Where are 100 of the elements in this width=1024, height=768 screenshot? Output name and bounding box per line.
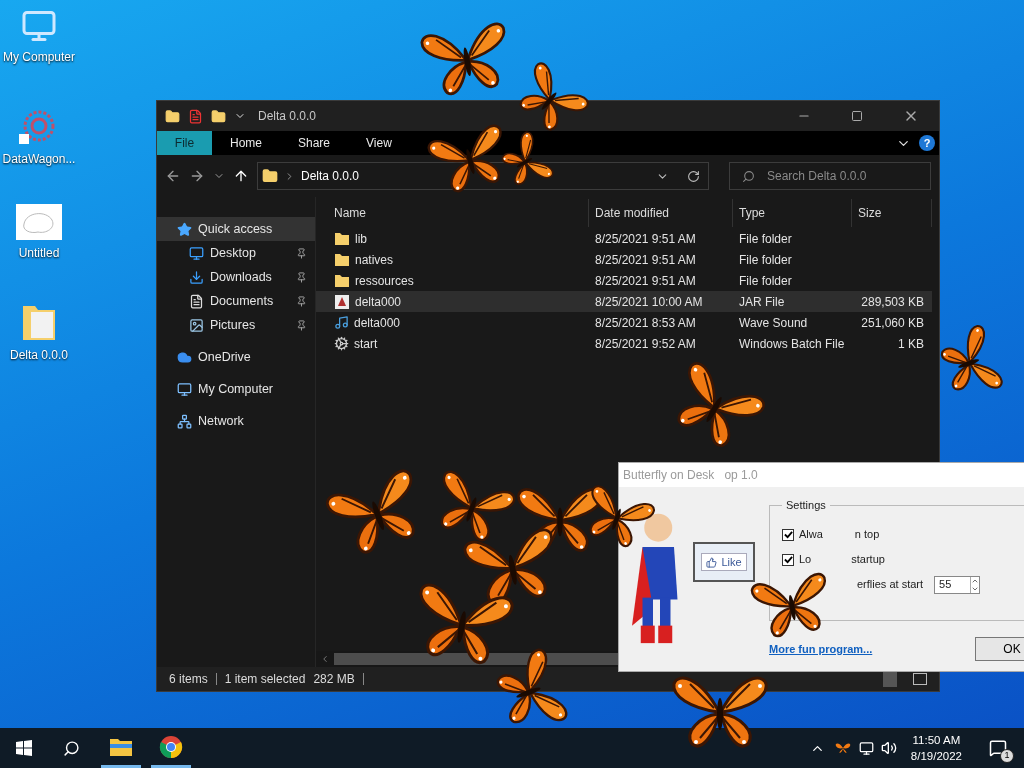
gear-icon bbox=[334, 336, 349, 351]
file-name: ressources bbox=[355, 272, 414, 290]
file-name: lib bbox=[355, 230, 367, 248]
checkbox-label: n top bbox=[854, 527, 880, 543]
document-icon bbox=[189, 293, 204, 309]
nav-item[interactable]: Network bbox=[157, 409, 315, 433]
jar-file-icon bbox=[334, 293, 350, 310]
file-row[interactable]: start 8/25/2021 9:52 AM Windows Batch File 1 KB bbox=[316, 333, 932, 354]
file-name: natives bbox=[355, 251, 394, 269]
file-row[interactable]: natives 8/25/2021 9:51 AM File folder bbox=[316, 249, 932, 270]
butterfly-icon[interactable] bbox=[834, 742, 851, 754]
clock-time[interactable]: 11:50 AM bbox=[912, 732, 961, 748]
search-icon bbox=[742, 169, 755, 183]
file-type: Wave Sound bbox=[739, 315, 808, 330]
ribbon-tab[interactable]: Share bbox=[280, 131, 349, 155]
folder-icon[interactable] bbox=[165, 108, 180, 124]
desktop-icon-label[interactable]: Delta 0.0.0 bbox=[9, 346, 68, 364]
date-modified: 8/25/2021 9:51 AM bbox=[595, 273, 696, 288]
selection-size: 282 MB bbox=[313, 671, 355, 688]
maximize-icon[interactable] bbox=[851, 110, 863, 122]
search-icon[interactable] bbox=[63, 739, 80, 757]
like-button[interactable]: Like bbox=[701, 552, 747, 572]
windows-start-icon[interactable] bbox=[16, 740, 32, 756]
ribbon-tab[interactable]: Home bbox=[212, 131, 280, 155]
nav-item[interactable]: My Computer bbox=[157, 377, 315, 401]
dialog-title: Butterfly on Desk bbox=[623, 467, 715, 484]
selection-count: 1 item selected bbox=[224, 671, 306, 688]
file-size: 1 KB bbox=[898, 336, 924, 351]
notifications-icon bbox=[989, 739, 1007, 757]
folder-icon bbox=[262, 168, 278, 184]
file-name: delta000 bbox=[355, 293, 402, 311]
file-row[interactable]: delta000 8/25/2021 10:00 AM JAR File 289,503 KB bbox=[316, 291, 932, 312]
file-type: File folder bbox=[739, 231, 792, 246]
browser-icon[interactable] bbox=[159, 734, 183, 759]
file-name: start bbox=[354, 335, 378, 353]
checkbox-label: Alwa bbox=[799, 527, 823, 543]
clock-date[interactable]: 8/19/2022 bbox=[910, 748, 962, 764]
help-icon[interactable]: ? bbox=[919, 135, 935, 151]
nav-item[interactable]: Desktop bbox=[157, 241, 315, 265]
pictures-icon bbox=[189, 317, 204, 333]
forward-icon[interactable] bbox=[189, 168, 205, 184]
folder-icon bbox=[334, 272, 350, 289]
ribbon-tab[interactable]: File bbox=[157, 131, 212, 155]
notification-count: 1 bbox=[1000, 749, 1014, 763]
file-type: File folder bbox=[739, 273, 792, 288]
desktop-icon bbox=[189, 245, 204, 261]
file-size: 251,060 KB bbox=[861, 315, 924, 330]
refresh-icon[interactable] bbox=[687, 169, 700, 183]
search-field[interactable]: Search Delta 0.0.0 bbox=[729, 162, 931, 190]
thumbs-up-icon bbox=[706, 556, 718, 568]
file-row[interactable]: ressources 8/25/2021 9:51 AM File folder bbox=[316, 270, 932, 291]
file-row[interactable]: lib 8/25/2021 9:51 AM File folder bbox=[316, 228, 932, 249]
nav-item[interactable]: Quick access bbox=[157, 217, 315, 241]
setting-label: erflies at start bbox=[857, 577, 924, 593]
column-header[interactable]: Date modified bbox=[589, 199, 733, 227]
checkbox-label: Lo bbox=[799, 552, 812, 568]
date-modified: 8/25/2021 9:52 AM bbox=[595, 336, 696, 351]
window-title: Delta 0.0.0 bbox=[258, 108, 318, 125]
cloud-icon bbox=[177, 349, 192, 365]
nav-item[interactable]: Downloads bbox=[157, 265, 315, 289]
address-bar[interactable]: Delta 0.0.0 bbox=[257, 162, 709, 190]
computer-icon bbox=[177, 381, 192, 397]
file-size: 289,503 KB bbox=[861, 294, 924, 309]
folder-icon bbox=[334, 230, 350, 247]
large-icons-view-icon[interactable] bbox=[913, 673, 927, 685]
folder-icon[interactable] bbox=[109, 736, 133, 757]
group-title: Settings bbox=[785, 498, 827, 513]
file-type: JAR File bbox=[739, 294, 785, 309]
date-modified: 8/25/2021 8:53 AM bbox=[595, 315, 696, 330]
column-header[interactable]: Size bbox=[852, 199, 932, 227]
number-spinner[interactable]: 55 bbox=[934, 575, 981, 594]
music-note-icon bbox=[334, 315, 349, 330]
volume-icon[interactable] bbox=[880, 740, 897, 756]
new-folder-icon[interactable] bbox=[211, 108, 226, 124]
file-type: Windows Batch File bbox=[739, 336, 845, 351]
back-icon[interactable] bbox=[165, 168, 181, 184]
item-count: 6 items bbox=[169, 671, 208, 688]
star-icon bbox=[177, 221, 192, 237]
more-programs-link[interactable]: More fun program... bbox=[769, 640, 873, 658]
checkbox[interactable] bbox=[782, 553, 794, 566]
up-icon[interactable] bbox=[233, 168, 249, 184]
file-row[interactable]: delta000 8/25/2021 8:53 AM Wave Sound 251,060 KB bbox=[316, 312, 932, 333]
dialog-title: op 1.0 bbox=[724, 467, 758, 484]
ok-button[interactable]: OK bbox=[975, 637, 1024, 661]
ribbon-tab[interactable]: View bbox=[348, 131, 410, 155]
file-name: delta000 bbox=[354, 314, 401, 332]
checkbox[interactable] bbox=[782, 528, 794, 541]
folder-icon bbox=[334, 251, 350, 268]
nav-item[interactable]: Pictures bbox=[157, 313, 315, 337]
scroll-left-icon[interactable] bbox=[320, 654, 330, 664]
nav-item[interactable]: Documents bbox=[157, 289, 315, 313]
column-header[interactable]: Type bbox=[733, 199, 852, 227]
date-modified: 8/25/2021 10:00 AM bbox=[595, 294, 703, 309]
checkbox-label: startup bbox=[851, 552, 885, 568]
properties-icon[interactable] bbox=[188, 108, 203, 124]
download-icon bbox=[189, 269, 204, 285]
nav-item[interactable]: OneDrive bbox=[157, 345, 315, 369]
date-modified: 8/25/2021 9:51 AM bbox=[595, 252, 696, 267]
date-modified: 8/25/2021 9:51 AM bbox=[595, 231, 696, 246]
column-header[interactable]: Name bbox=[316, 199, 589, 227]
